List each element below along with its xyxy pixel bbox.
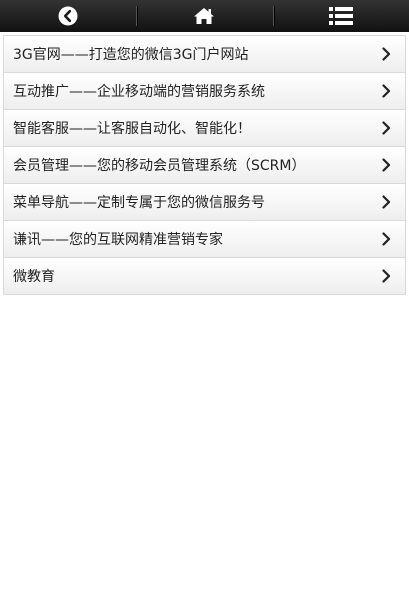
menu-item-label: 菜单导航——定制专属于您的微信服务号 (13, 195, 265, 211)
top-nav-bar (0, 0, 409, 32)
menu-item-label: 3G官网——打造您的微信3G门户网站 (13, 47, 249, 63)
chevron-right-icon (382, 232, 391, 246)
home-button[interactable] (136, 0, 272, 32)
service-menu-list: 3G官网——打造您的微信3G门户网站 互动推广——企业移动端的营销服务系统 智能… (3, 35, 406, 295)
menu-item-menu-navigation[interactable]: 菜单导航——定制专属于您的微信服务号 (3, 184, 406, 221)
chevron-right-icon (382, 47, 391, 61)
menu-item-label: 智能客服——让客服自动化、智能化！ (13, 121, 251, 137)
home-icon (194, 8, 215, 24)
menu-item-label: 微教育 (13, 269, 55, 285)
menu-item-3g-website[interactable]: 3G官网——打造您的微信3G门户网站 (3, 35, 406, 73)
back-circle-icon (58, 6, 78, 26)
menu-item-smart-customer-service[interactable]: 智能客服——让客服自动化、智能化！ (3, 110, 406, 147)
menu-item-label: 互动推广——企业移动端的营销服务系统 (13, 84, 265, 100)
list-menu-icon (328, 7, 353, 25)
menu-item-label: 谦讯——您的互联网精准营销专家 (13, 232, 223, 248)
menu-button[interactable] (272, 0, 409, 32)
back-button[interactable] (0, 0, 136, 32)
chevron-right-icon (382, 84, 391, 98)
chevron-right-icon (382, 158, 391, 172)
menu-item-member-management[interactable]: 会员管理——您的移动会员管理系统（SCRM） (3, 147, 406, 184)
menu-item-qianxun[interactable]: 谦讯——您的互联网精准营销专家 (3, 221, 406, 258)
chevron-right-icon (382, 195, 391, 209)
menu-item-interactive-promotion[interactable]: 互动推广——企业移动端的营销服务系统 (3, 73, 406, 110)
menu-item-label: 会员管理——您的移动会员管理系统（SCRM） (13, 158, 306, 174)
chevron-right-icon (382, 269, 391, 283)
menu-item-micro-education[interactable]: 微教育 (3, 258, 406, 295)
chevron-right-icon (382, 121, 391, 135)
